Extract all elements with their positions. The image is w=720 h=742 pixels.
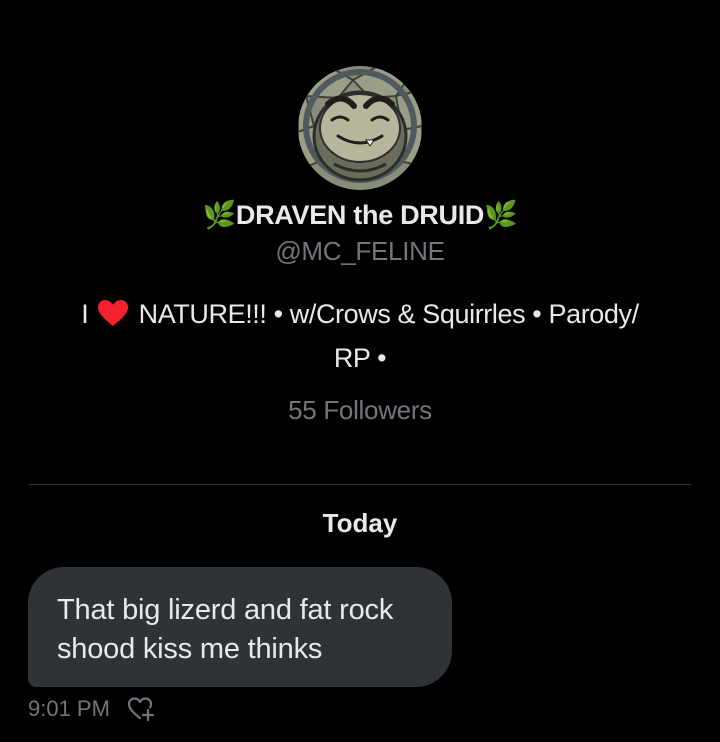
bio-line-1: NATURE!!! • w/Crows & Squirrles • Parody… — [138, 299, 640, 329]
bio-line-2: RP • — [333, 343, 387, 373]
message-text-line-2: shood kiss me thinks — [57, 633, 323, 665]
bio-prefix: I — [81, 299, 89, 329]
message-text-line-1: That big lizerd and fat rock — [57, 594, 394, 626]
message-meta: 9:01 PM — [28, 694, 156, 724]
message-timestamp: 9:01 PM — [28, 696, 110, 721]
profile-display-name[interactable]: 🌿DRAVEN the DRUID🌿 — [0, 199, 720, 231]
profile-bio: I NATURE!!! • w/Crows & Squirrles • Paro… — [40, 294, 680, 378]
date-separator: Today — [322, 508, 398, 538]
divider — [28, 484, 692, 485]
profile-handle[interactable]: @MC_FELINE — [0, 236, 720, 267]
profile-avatar[interactable] — [298, 66, 422, 190]
followers-count[interactable]: 55 Followers — [0, 395, 720, 426]
red-heart-icon — [97, 298, 129, 338]
message-bubble[interactable]: That big lizerd and fat rock shood kiss … — [28, 567, 452, 687]
add-reaction-heart-icon[interactable] — [126, 694, 156, 724]
